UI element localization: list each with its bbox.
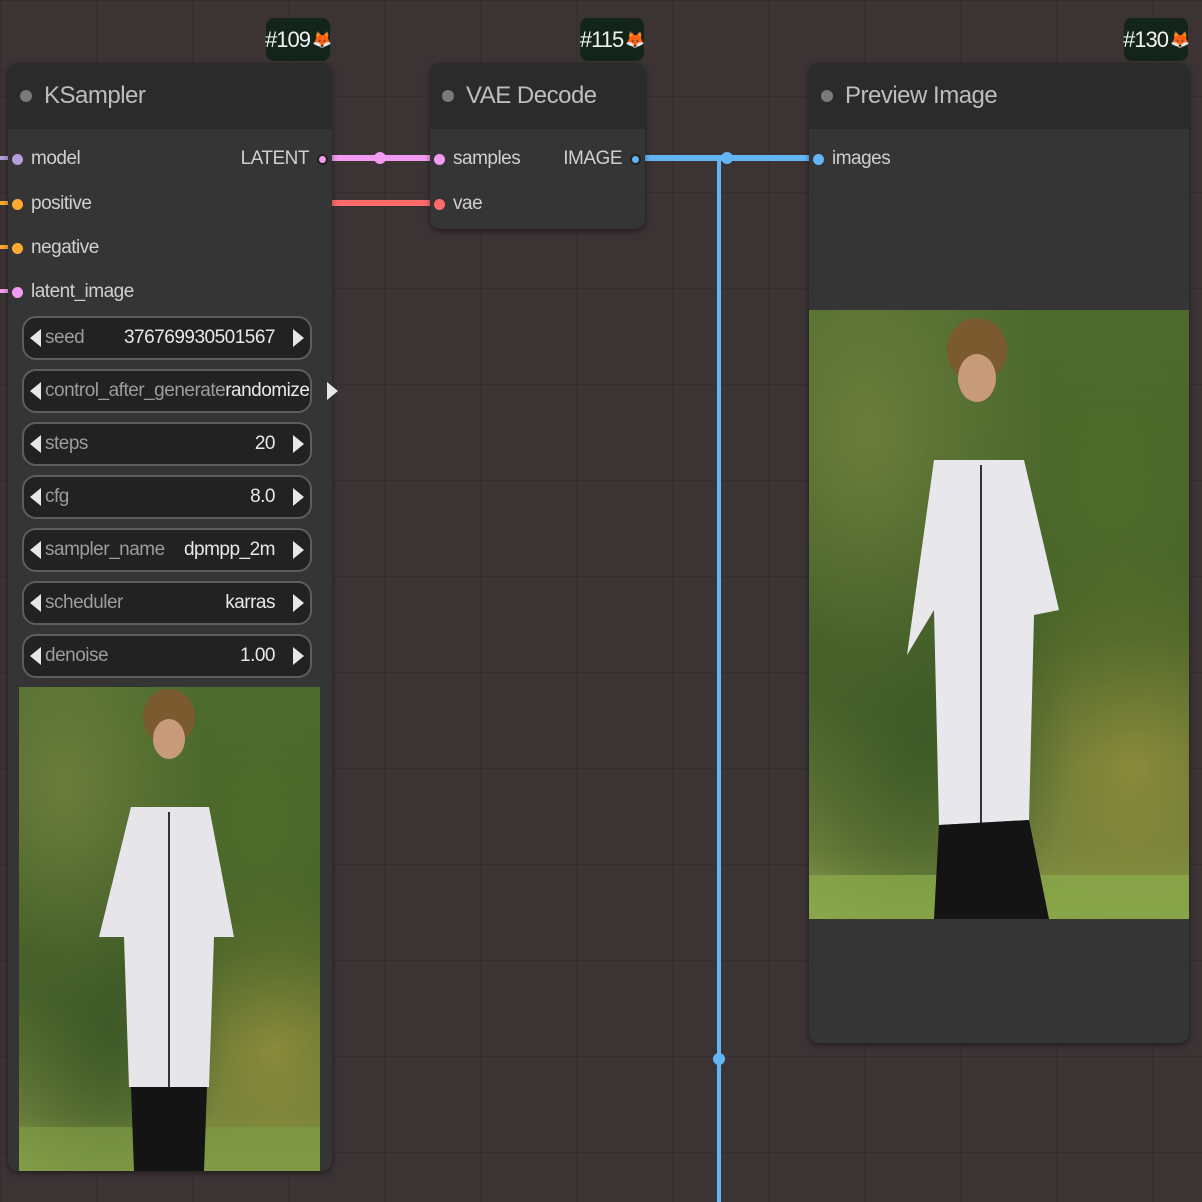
node-id-badge-vae-decode: #115 🦊 — [579, 18, 645, 61]
fox-icon: 🦊 — [312, 31, 332, 49]
widget-control-after-generate[interactable]: control_after_generate randomize — [22, 369, 339, 413]
badge-id: #130 — [1123, 26, 1169, 52]
decrement-arrow-icon[interactable] — [30, 435, 41, 453]
slot-dot-icon[interactable] — [12, 153, 23, 165]
increment-arrow-icon[interactable] — [293, 488, 304, 506]
widget-value[interactable]: karras — [225, 592, 275, 614]
node-id-badge-ksampler: #109 🦊 — [265, 18, 332, 61]
wire-image-reroute[interactable] — [721, 152, 733, 164]
node-title: KSampler — [44, 82, 146, 109]
widget-label: seed — [45, 327, 85, 348]
slot-label: positive — [31, 193, 92, 214]
vae-decode-node[interactable]: VAE Decode samples vae IMAGE — [430, 63, 645, 229]
widget-value[interactable]: 1.00 — [240, 645, 275, 667]
increment-arrow-icon[interactable] — [293, 594, 304, 612]
slot-label: negative — [31, 237, 99, 258]
input-slot-images[interactable]: images — [813, 148, 891, 170]
slot-dot-icon[interactable] — [12, 286, 23, 298]
node-title: Preview Image — [845, 82, 998, 109]
slot-label: IMAGE — [563, 148, 622, 169]
widget-label: sampler_name — [45, 539, 165, 560]
decrement-arrow-icon[interactable] — [30, 647, 41, 665]
fox-icon: 🦊 — [1170, 31, 1190, 49]
increment-arrow-icon[interactable] — [293, 329, 304, 347]
slot-label: vae — [453, 193, 483, 214]
widget-label: steps — [45, 433, 88, 454]
output-slot-image[interactable]: IMAGE — [563, 148, 641, 170]
slot-label: samples — [453, 148, 521, 169]
slot-dot-icon[interactable] — [434, 153, 445, 165]
widget-label: control_after_generate — [45, 380, 226, 401]
decrement-arrow-icon[interactable] — [30, 382, 41, 400]
ksampler-preview-image — [19, 687, 320, 1171]
node-id-badge-preview: #130 🦊 — [1123, 18, 1190, 61]
decrement-arrow-icon[interactable] — [30, 488, 41, 506]
widget-label: denoise — [45, 645, 109, 666]
slot-dot-icon[interactable] — [813, 153, 824, 165]
preview-image-node[interactable]: Preview Image images — [809, 63, 1189, 1043]
input-slot-model[interactable]: model — [12, 148, 81, 170]
decrement-arrow-icon[interactable] — [30, 594, 41, 612]
collapse-dot-icon[interactable] — [821, 90, 833, 102]
preview-output-image — [809, 310, 1189, 919]
input-slot-samples[interactable]: samples — [434, 148, 521, 170]
slot-label: model — [31, 148, 81, 169]
widget-value[interactable]: 8.0 — [250, 486, 275, 508]
slot-dot-icon[interactable] — [317, 153, 328, 165]
slot-label: images — [832, 148, 891, 169]
widget-label: cfg — [45, 486, 69, 507]
input-slot-vae[interactable]: vae — [434, 193, 483, 215]
output-slot-latent[interactable]: LATENT — [241, 148, 328, 170]
badge-id: #115 — [579, 26, 624, 52]
node-title-bar[interactable]: KSampler — [8, 63, 332, 129]
slot-dot-icon[interactable] — [12, 242, 23, 254]
collapse-dot-icon[interactable] — [20, 90, 32, 102]
widget-denoise[interactable]: denoise 1.00 — [22, 634, 312, 678]
increment-arrow-icon[interactable] — [293, 435, 304, 453]
input-slot-positive[interactable]: positive — [12, 193, 92, 215]
wire-latent-reroute[interactable] — [374, 152, 386, 164]
input-slot-latent-image[interactable]: latent_image — [12, 281, 134, 303]
node-title-bar[interactable]: Preview Image — [809, 63, 1189, 129]
slot-dot-icon[interactable] — [630, 153, 641, 165]
input-slot-negative[interactable]: negative — [12, 237, 99, 259]
increment-arrow-icon[interactable] — [293, 647, 304, 665]
widget-value[interactable]: 376769930501567 — [124, 327, 276, 349]
widget-value[interactable]: dpmpp_2m — [184, 539, 276, 561]
slot-dot-icon[interactable] — [12, 198, 23, 210]
widget-scheduler[interactable]: scheduler karras — [22, 581, 312, 625]
decrement-arrow-icon[interactable] — [30, 329, 41, 347]
slot-label: latent_image — [31, 281, 134, 302]
increment-arrow-icon[interactable] — [293, 541, 304, 559]
decrement-arrow-icon[interactable] — [30, 541, 41, 559]
slot-label: LATENT — [240, 148, 310, 169]
widget-cfg[interactable]: cfg 8.0 — [22, 475, 312, 519]
widget-seed[interactable]: seed 376769930501567 — [22, 316, 312, 360]
ksampler-node[interactable]: KSampler model positive negative latent_… — [8, 63, 339, 1171]
collapse-dot-icon[interactable] — [442, 90, 454, 102]
widget-value[interactable]: randomize — [225, 380, 310, 402]
widget-sampler-name[interactable]: sampler_name dpmpp_2m — [22, 528, 312, 572]
widget-label: scheduler — [45, 592, 123, 613]
slot-dot-icon[interactable] — [434, 198, 445, 210]
node-title: VAE Decode — [466, 82, 597, 109]
increment-arrow-icon[interactable] — [327, 382, 339, 400]
widget-value[interactable]: 20 — [255, 433, 276, 455]
wire-image-branch-reroute[interactable] — [713, 1053, 725, 1065]
badge-id: #109 — [265, 26, 311, 52]
fox-icon: 🦊 — [625, 31, 645, 49]
node-title-bar[interactable]: VAE Decode — [430, 63, 645, 129]
widget-steps[interactable]: steps 20 — [22, 422, 312, 466]
